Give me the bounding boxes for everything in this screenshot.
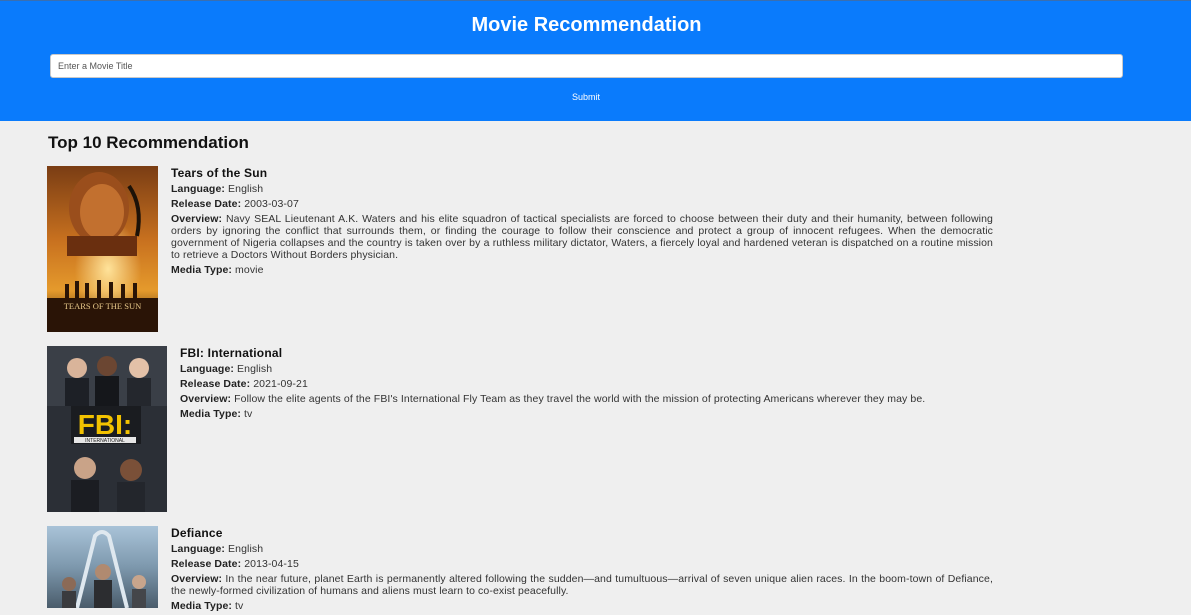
movie-info: Defiance Language: English Release Date:… — [171, 526, 993, 615]
language-value: English — [228, 183, 264, 195]
movie-language: Language: English — [180, 363, 1002, 375]
movie-release-date: Release Date: 2021-09-21 — [180, 378, 1002, 390]
app-title: Movie Recommendation — [471, 14, 702, 36]
overview-label: Overview: — [171, 213, 223, 225]
release-date-value: 2021-09-21 — [253, 378, 308, 390]
movie-title: Tears of the Sun — [171, 166, 268, 180]
language-label: Language: — [171, 183, 225, 195]
media-type-label: Media Type: — [171, 264, 232, 276]
language-label: Language: — [171, 543, 225, 555]
movie-poster: TEARS OF THE SUN — [47, 166, 158, 332]
overview-label: Overview: — [180, 393, 232, 405]
media-type-value: tv — [244, 408, 253, 420]
language-value: English — [228, 543, 264, 555]
overview-value: In the near future, planet Earth is perm… — [171, 573, 993, 597]
movie-overview: Overview: Follow the elite agents of the… — [180, 393, 1002, 405]
movie-release-date: Release Date: 2013-04-15 — [171, 558, 993, 570]
media-type-value: movie — [235, 264, 264, 276]
movie-poster: FBI: INTERNATIONAL — [47, 346, 167, 512]
release-date-label: Release Date: — [171, 198, 242, 210]
overview-value: Follow the elite agents of the FBI's Int… — [234, 393, 926, 405]
movie-language: Language: English — [171, 543, 993, 555]
media-type-label: Media Type: — [180, 408, 241, 420]
media-type-label: Media Type: — [171, 600, 232, 612]
language-label: Language: — [180, 363, 234, 375]
movie-title-input[interactable] — [50, 54, 1123, 78]
header-bar: Movie Recommendation Submit — [0, 0, 1191, 121]
movie-media-type: Media Type: tv — [180, 408, 1002, 420]
movie-media-type: Media Type: tv — [171, 600, 993, 612]
movie-release-date: Release Date: 2003-03-07 — [171, 198, 993, 210]
submit-button[interactable]: Submit — [556, 88, 616, 106]
movie-info: Tears of the Sun Language: English Relea… — [171, 166, 993, 279]
release-date-label: Release Date: — [180, 378, 251, 390]
poster-title-text: TEARS OF THE SUN — [64, 301, 142, 311]
language-value: English — [237, 363, 273, 375]
movie-title: Defiance — [171, 526, 223, 540]
release-date-label: Release Date: — [171, 558, 242, 570]
overview-label: Overview: — [171, 573, 223, 585]
poster-subtitle-text: INTERNATIONAL — [85, 438, 125, 444]
movie-overview: Overview: Navy SEAL Lieutenant A.K. Wate… — [171, 213, 993, 261]
overview-value: Navy SEAL Lieutenant A.K. Waters and his… — [171, 213, 993, 261]
movie-overview: Overview: In the near future, planet Ear… — [171, 573, 993, 597]
recommendations-heading: Top 10 Recommendation — [48, 133, 249, 152]
movie-title: FBI: International — [180, 346, 283, 360]
poster-logo-text: FBI: — [78, 409, 132, 440]
release-date-value: 2003-03-07 — [244, 198, 299, 210]
movie-info: FBI: International Language: English Rel… — [180, 346, 1002, 423]
release-date-value: 2013-04-15 — [244, 558, 299, 570]
media-type-value: tv — [235, 600, 244, 612]
movie-language: Language: English — [171, 183, 993, 195]
movie-poster — [47, 526, 158, 608]
movie-media-type: Media Type: movie — [171, 264, 993, 276]
